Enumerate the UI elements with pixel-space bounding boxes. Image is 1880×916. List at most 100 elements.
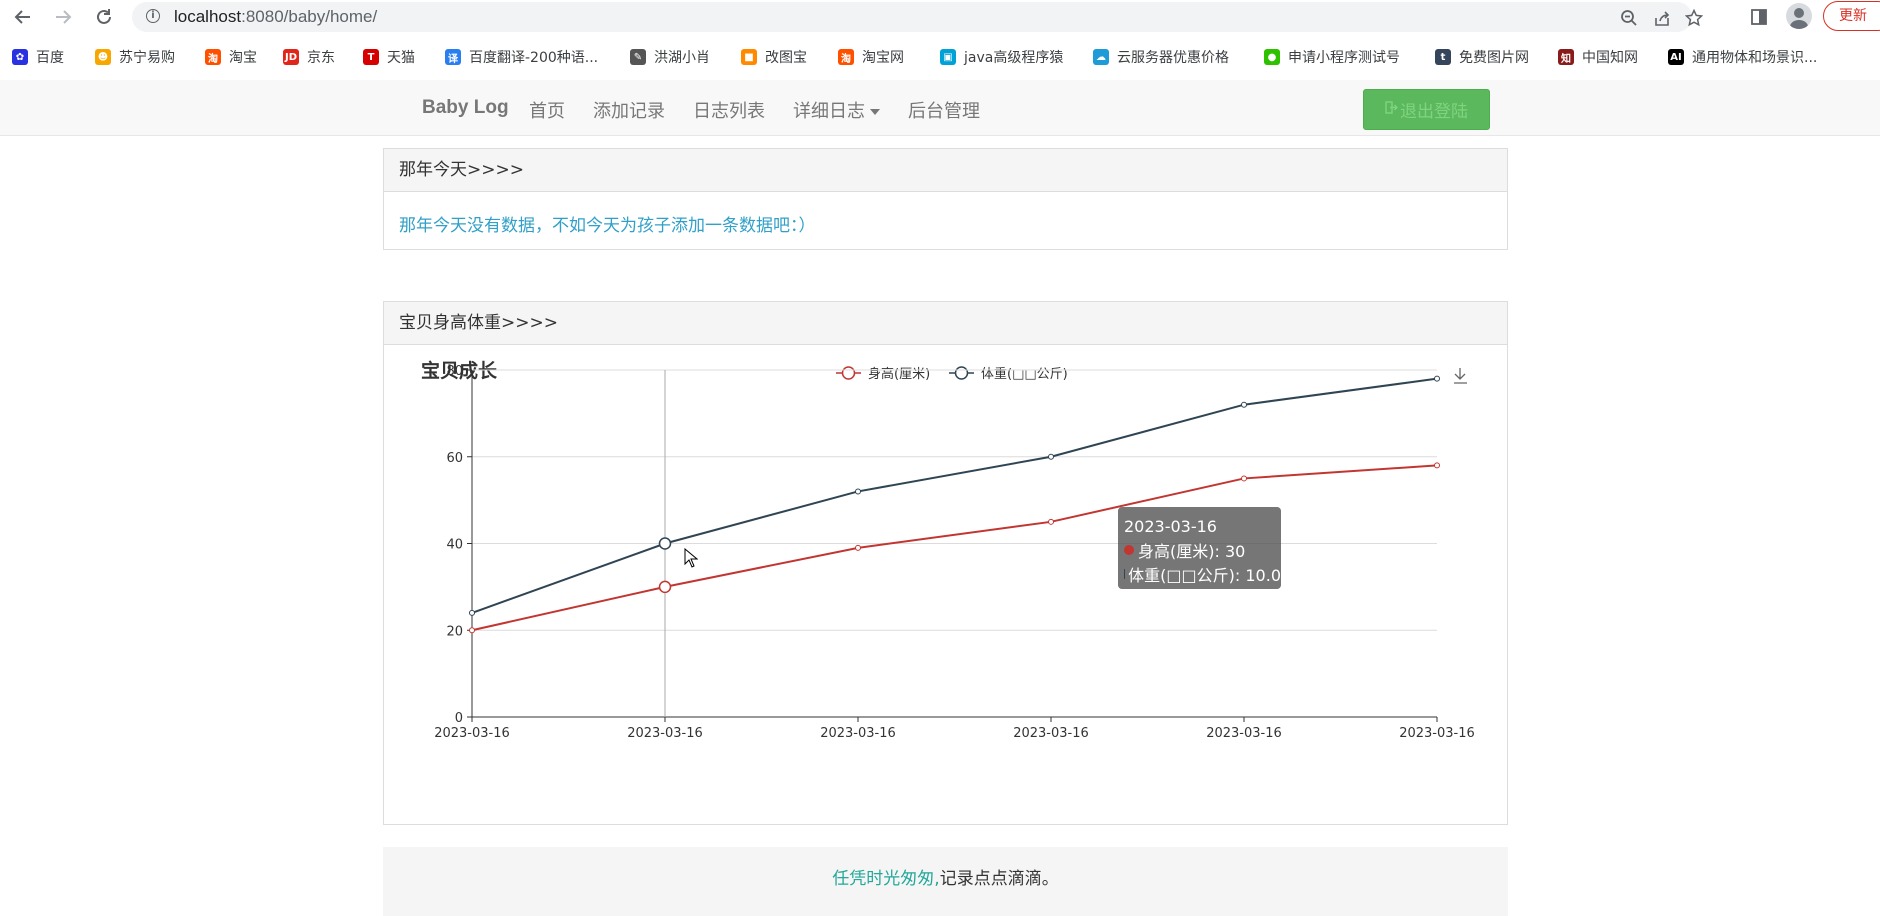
side-panel-icon[interactable] (1746, 4, 1772, 30)
taobao-icon: 淘 (205, 49, 221, 65)
bookmark-item[interactable]: 译百度翻译-200种语... (445, 46, 598, 68)
bookmark-label: 免费图片网 (1459, 50, 1529, 66)
nav-detail-log-dropdown[interactable]: 详细日志 (793, 97, 880, 123)
series-line (471, 377, 1438, 614)
y-tick-label: 20 (446, 624, 463, 639)
x-tick-label: 2023-03-16 (1399, 726, 1475, 741)
back-icon[interactable] (9, 3, 37, 31)
data-point (1048, 518, 1054, 525)
x-tick-label: 2023-03-16 (1206, 726, 1282, 741)
address-bar[interactable]: i localhost:8080/baby/home/ (132, 2, 1703, 32)
bookmark-label: 改图宝 (765, 50, 807, 66)
tooltip-title: 2023-03-16 (1124, 516, 1217, 536)
sign-out-icon (1385, 101, 1398, 118)
bookmark-label: 通用物体和场景识... (1692, 50, 1818, 66)
data-point (1048, 453, 1054, 460)
nav-log-list[interactable]: 日志列表 (693, 97, 765, 123)
bookmark-item[interactable]: AI 通用物体和场景识... (1668, 46, 1817, 68)
bookmark-item[interactable]: 淘淘宝 (205, 46, 257, 68)
bookmark-item[interactable]: JD 京东 (283, 46, 335, 68)
taobao-icon: 淘 (838, 49, 854, 65)
baidu-translate-icon: 译 (445, 49, 461, 65)
baidu-paw-icon: ✿ (12, 49, 28, 65)
on-this-day-panel: 那年今天>>>> 那年今天没有数据，不如今天为孩子添加一条数据吧：） (383, 148, 1508, 250)
y-tick-label: 0 (455, 711, 463, 726)
legend-marker-icon (954, 366, 969, 380)
bookmark-star-icon[interactable] (1683, 7, 1705, 29)
growth-chart[interactable]: 宝贝成长 身高(厘米) 体重(□□公斤)0204060802023-03-16 202… (384, 345, 1507, 824)
legend-dot-icon (1124, 545, 1134, 555)
nav-detail-log-label: 详细日志 (793, 101, 865, 122)
data-point (1241, 401, 1247, 408)
download-icon[interactable] (1454, 368, 1467, 384)
bookmark-item[interactable]: ● 申请小程序测试号 (1264, 46, 1400, 68)
caret-down-icon (870, 109, 880, 115)
jd-icon: JD (283, 49, 299, 65)
app-navbar: Baby Log 首页 添加记录 日志列表 详细日志 后台管理 退出登陆 (0, 80, 1880, 136)
data-point (855, 488, 861, 495)
y-tick-label: 60 (446, 451, 463, 466)
bookmark-item[interactable]: ■ 改图宝 (741, 46, 807, 68)
bookmark-item[interactable]: ✿ 百度 (12, 46, 64, 68)
bookmark-label: 天猫 (387, 50, 415, 66)
y-tick-label: 40 (446, 538, 463, 553)
bookmark-label: 洪湖小肖 (654, 50, 710, 66)
logout-button[interactable]: 退出登陆 (1363, 89, 1490, 130)
tumblr-icon: t (1435, 49, 1451, 65)
reload-icon[interactable] (90, 3, 118, 31)
data-point (1434, 375, 1440, 382)
bookmark-label: 申请小程序测试号 (1288, 50, 1400, 66)
brand-link[interactable]: Baby Log (422, 97, 509, 119)
nav-home[interactable]: 首页 (529, 97, 565, 123)
pen-icon: ✎ (630, 49, 646, 65)
tooltip-row-height: 身高(厘米): 30 (1124, 538, 1281, 562)
gaitubao-icon: ■ (741, 49, 757, 65)
wechat-icon: ● (1264, 49, 1280, 65)
x-tick-label: 2023-03-16 (1013, 726, 1089, 741)
data-point (469, 627, 475, 634)
update-button[interactable]: 更新 (1823, 1, 1880, 31)
data-point (658, 537, 672, 550)
bilibili-icon: ▣ (940, 49, 956, 65)
ai-icon: AI (1668, 49, 1684, 65)
bookmark-item[interactable]: T 天猫 (363, 46, 415, 68)
bookmark-label: 淘宝 (229, 50, 257, 66)
bookmark-item[interactable]: ✎ 洪湖小肖 (630, 46, 710, 68)
bookmark-item[interactable]: t 免费图片网 (1435, 46, 1529, 68)
cnki-icon: 知 (1558, 49, 1574, 65)
on-this-day-heading: 那年今天>>>> (384, 149, 1507, 192)
profile-avatar-icon[interactable] (1786, 3, 1812, 29)
nav-add-record[interactable]: 添加记录 (593, 97, 665, 123)
bookmark-item[interactable]: 淘淘宝网 (838, 46, 904, 68)
bookmark-item[interactable]: 知中国知网 (1558, 46, 1638, 68)
tmall-icon: T (363, 49, 379, 65)
url-text: localhost:8080/baby/home/ (174, 7, 378, 26)
zoom-icon[interactable] (1618, 7, 1640, 29)
bookmark-label: 苏宁易购 (119, 50, 175, 66)
forward-icon[interactable] (49, 3, 77, 31)
data-point (1241, 475, 1247, 482)
bookmark-item[interactable]: ▣ java高级程序猿 (940, 46, 1063, 68)
site-info-icon[interactable]: i (146, 9, 160, 23)
footer-highlight: 任凭时光匆匆, (832, 869, 940, 889)
bookmark-label: 百度 (36, 50, 64, 66)
logout-label: 退出登陆 (1400, 102, 1468, 122)
y-tick-label: 80 (446, 364, 463, 379)
legend-marker-icon (841, 366, 856, 380)
nav-admin[interactable]: 后台管理 (908, 97, 980, 123)
growth-panel: 宝贝身高体重>>>> 宝贝成长 身高(厘米) 体重(□□公斤) 0 20 40 60 80 20… (383, 301, 1508, 825)
bookmark-label: 淘宝网 (862, 50, 904, 66)
bookmarks-bar: ✿ 百度 ☻ 苏宁易购淘淘宝 JD 京东 T 天猫译百度翻译-200种语... ✎ 洪湖小肖 ■ 改图… (0, 42, 1880, 72)
growth-heading: 宝贝身高体重>>>> (384, 302, 1507, 345)
bookmark-item[interactable]: ☁ 云服务器优惠价格 (1093, 46, 1229, 68)
legend-label: 体重(□□公斤) (981, 366, 1068, 382)
footer: 任凭时光匆匆,记录点点滴滴。 (383, 847, 1508, 916)
browser-toolbar: i localhost:8080/baby/home/ 更新 (0, 0, 1880, 34)
bookmark-item[interactable]: ☻ 苏宁易购 (95, 46, 175, 68)
footer-text: 记录点点滴滴。 (939, 869, 1059, 889)
tooltip-row-weight: 体重(□□公斤): 10.0 (1124, 566, 1281, 585)
bookmark-label: 京东 (307, 50, 335, 66)
legend-label: 身高(厘米) (868, 366, 930, 382)
share-icon[interactable] (1651, 7, 1673, 29)
data-point (469, 609, 475, 616)
